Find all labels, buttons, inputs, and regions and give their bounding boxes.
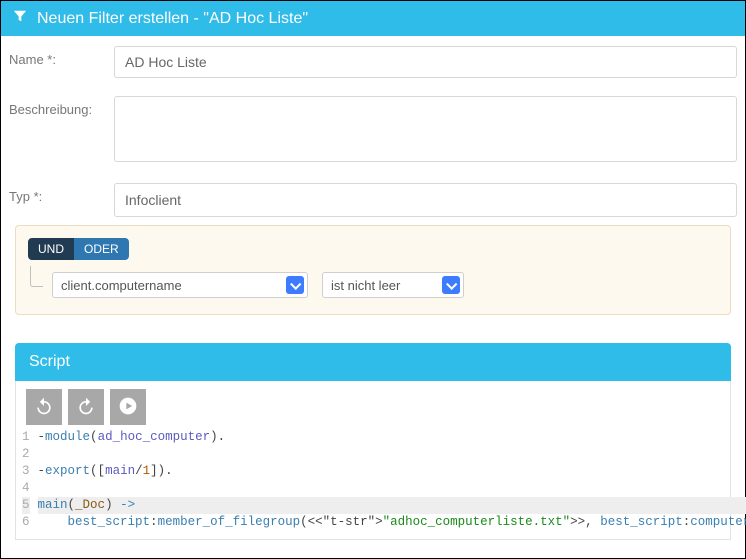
condition-tree: client.computername ist nicht leer (28, 266, 718, 298)
script-section: Script 1 2 3 4 56 -module(ad_hoc_compute (15, 343, 731, 540)
chevron-down-icon (286, 276, 304, 294)
type-select[interactable] (114, 183, 737, 217)
name-input[interactable] (114, 46, 737, 78)
condition-operator-value: ist nicht leer (331, 278, 400, 293)
page-title: Neuen Filter erstellen - "AD Hoc Liste" (37, 10, 308, 28)
page-header: Neuen Filter erstellen - "AD Hoc Liste" (1, 1, 745, 36)
description-control (114, 96, 737, 165)
name-control (114, 46, 737, 78)
condition-operator-select[interactable]: ist nicht leer (322, 272, 464, 298)
undo-button[interactable] (26, 389, 62, 425)
condition-row: client.computername ist nicht leer (34, 266, 718, 298)
condition-field-value: client.computername (61, 278, 182, 293)
line-gutter: 1 2 3 4 56 (16, 429, 38, 531)
name-label: Name *: (9, 46, 114, 67)
undo-icon (34, 396, 54, 419)
play-icon (118, 396, 138, 419)
script-panel-title: Script (15, 343, 731, 381)
chevron-down-icon (442, 276, 460, 294)
filter-builder-panel: UND ODER client.computername ist nicht l… (15, 225, 731, 315)
logic-oder-button[interactable]: ODER (74, 238, 129, 260)
run-button[interactable] (110, 389, 146, 425)
description-textarea[interactable] (114, 96, 737, 162)
filter-icon (13, 9, 27, 28)
redo-button[interactable] (68, 389, 104, 425)
row-name: Name *: (9, 46, 737, 78)
code-editor[interactable]: 1 2 3 4 56 -module(ad_hoc_computer). -ex… (16, 429, 730, 539)
code-area[interactable]: -module(ad_hoc_computer). -export([main/… (38, 429, 746, 531)
description-label: Beschreibung: (9, 96, 114, 117)
script-toolbar (16, 381, 730, 429)
redo-icon (76, 396, 96, 419)
type-label: Typ *: (9, 183, 114, 204)
condition-field-select[interactable]: client.computername (52, 272, 308, 298)
row-type: Typ *: (9, 183, 737, 217)
logic-toggle: UND ODER (28, 238, 129, 260)
row-description: Beschreibung: (9, 96, 737, 165)
script-body: 1 2 3 4 56 -module(ad_hoc_computer). -ex… (15, 381, 731, 540)
logic-und-button[interactable]: UND (28, 238, 74, 260)
form-area: Name *: Beschreibung: Typ *: (1, 36, 745, 217)
type-control (114, 183, 737, 217)
